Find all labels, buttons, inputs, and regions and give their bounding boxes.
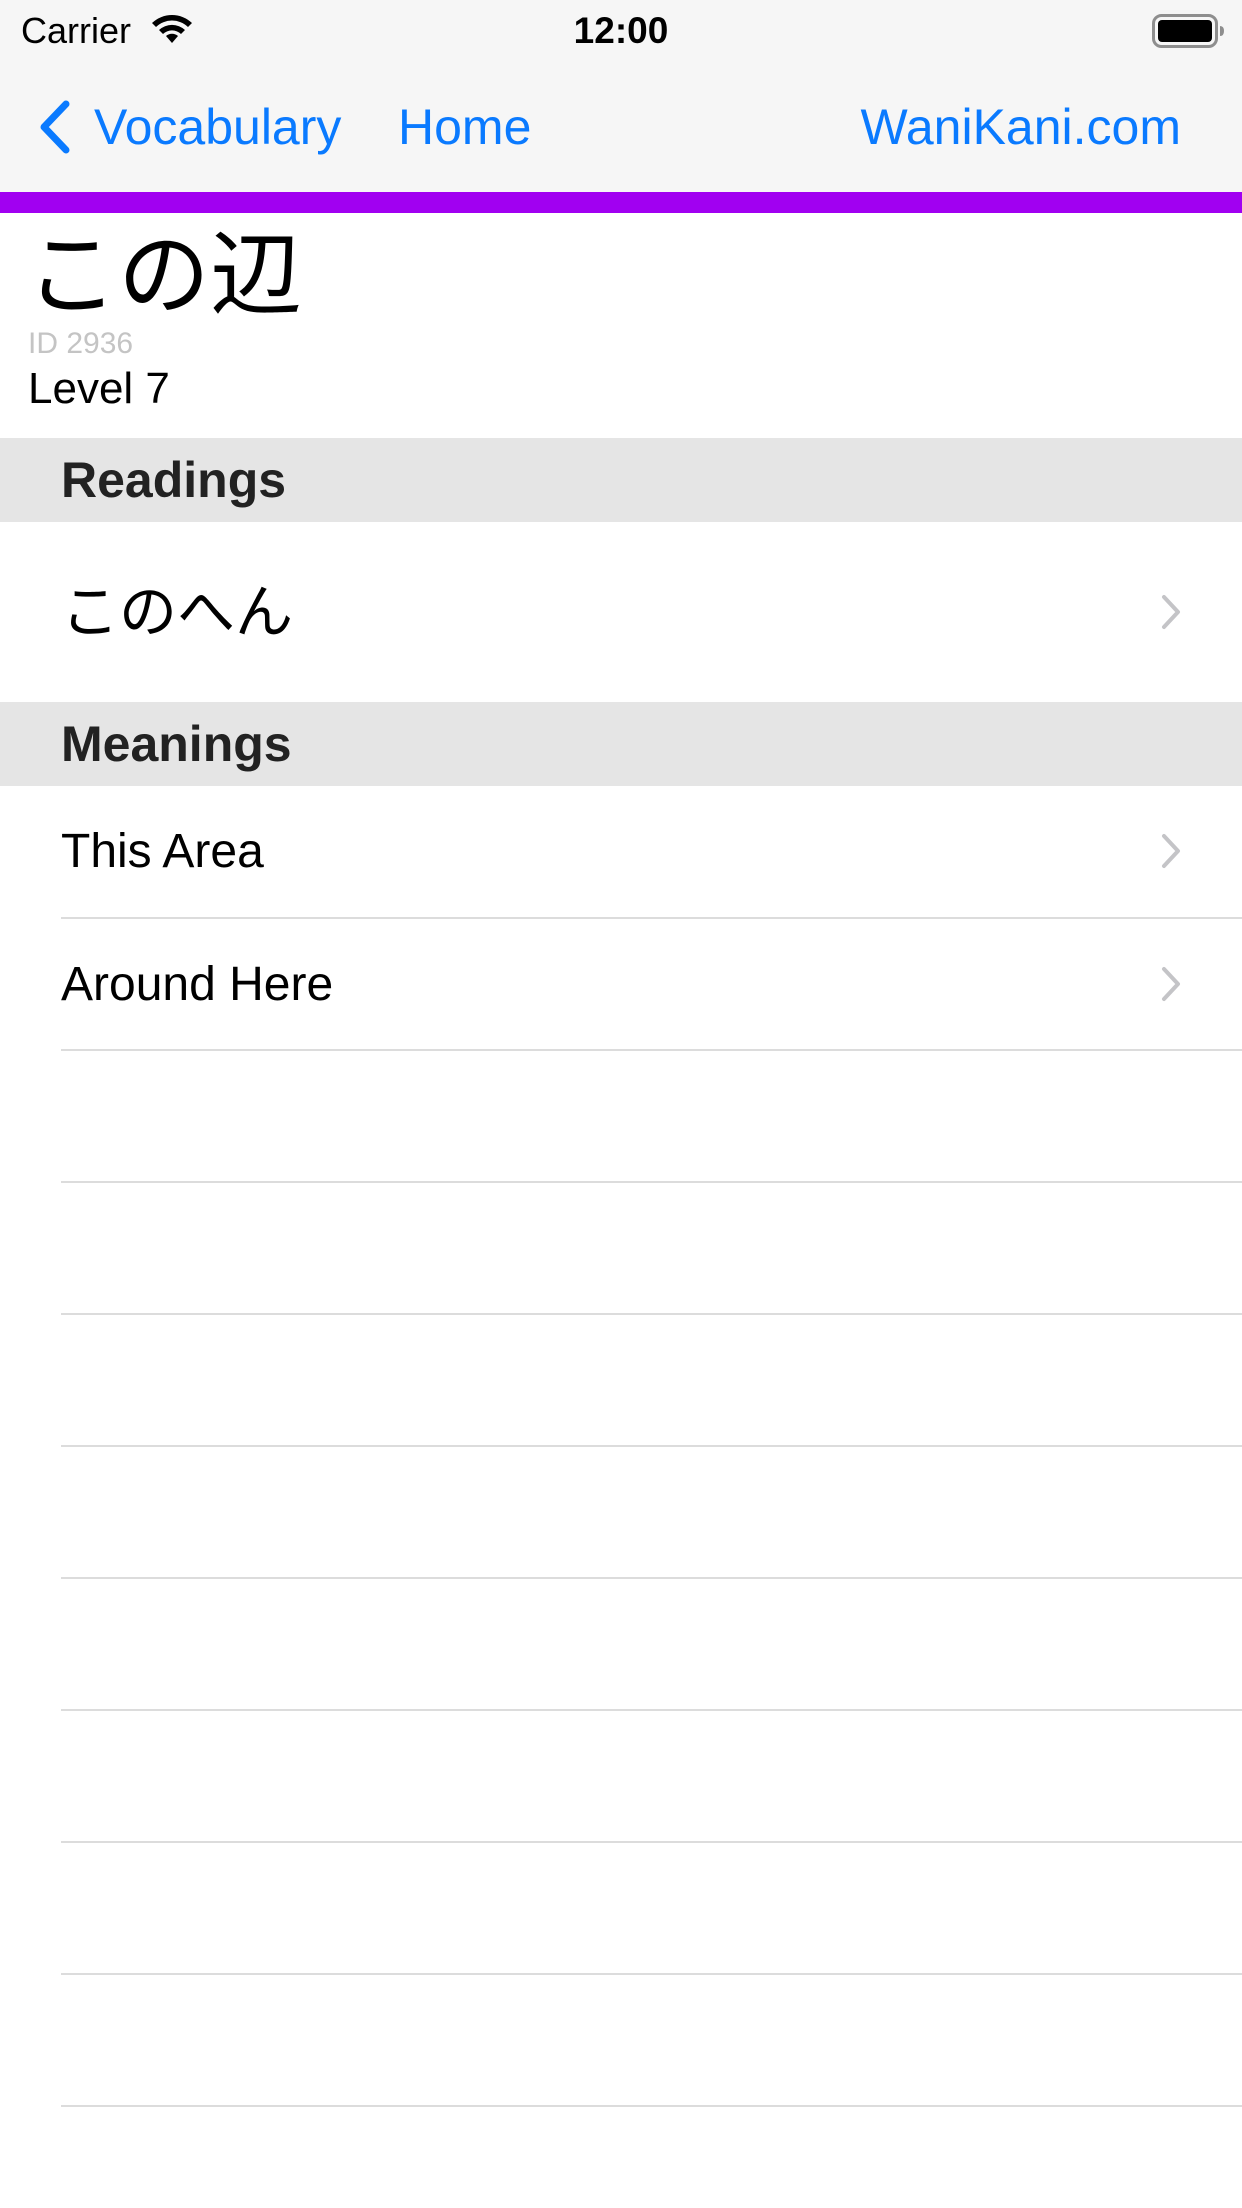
meaning-cell[interactable]: This Area — [0, 786, 1242, 917]
wanikani-website-button[interactable]: WaniKani.com — [861, 92, 1181, 162]
row-separator — [61, 1181, 1242, 1183]
clock: 12:00 — [573, 10, 669, 51]
home-button[interactable]: Home — [398, 92, 531, 162]
meanings-section-title: Meanings — [61, 716, 292, 772]
row-separator — [61, 1049, 1242, 1051]
row-separator — [61, 1445, 1242, 1447]
meanings-section-header: Meanings — [0, 702, 1242, 786]
subject-level: Level 7 — [28, 364, 170, 413]
subject-id: ID 2936 — [28, 327, 134, 360]
subject-characters: この辺 — [26, 222, 303, 329]
level-accent-bar — [0, 192, 1242, 213]
reading-text: このへん — [61, 578, 294, 646]
status-bar: Carrier 12:00 — [0, 0, 1242, 62]
chevron-right-icon — [1160, 593, 1182, 631]
row-separator — [61, 1841, 1242, 1843]
row-separator — [61, 1313, 1242, 1315]
chevron-right-icon — [1160, 965, 1182, 1003]
row-separator — [61, 1577, 1242, 1579]
reading-cell[interactable]: このへん — [0, 522, 1242, 702]
back-button-label: Vocabulary — [94, 99, 342, 155]
meaning-text: Around Here — [61, 958, 334, 1011]
chevron-right-icon — [1160, 832, 1182, 870]
battery-full-icon — [1152, 14, 1226, 48]
row-separator — [61, 1973, 1242, 1975]
readings-section-title: Readings — [61, 452, 287, 508]
readings-section-header: Readings — [0, 438, 1242, 522]
meaning-text: This Area — [61, 825, 264, 878]
meaning-cell[interactable]: Around Here — [0, 919, 1242, 1050]
row-separator — [61, 1709, 1242, 1711]
row-separator — [61, 2105, 1242, 2107]
chevron-left-icon — [34, 96, 74, 158]
back-button[interactable]: Vocabulary — [34, 92, 341, 162]
navigation-bar: Vocabulary Home WaniKani.com — [0, 62, 1242, 192]
